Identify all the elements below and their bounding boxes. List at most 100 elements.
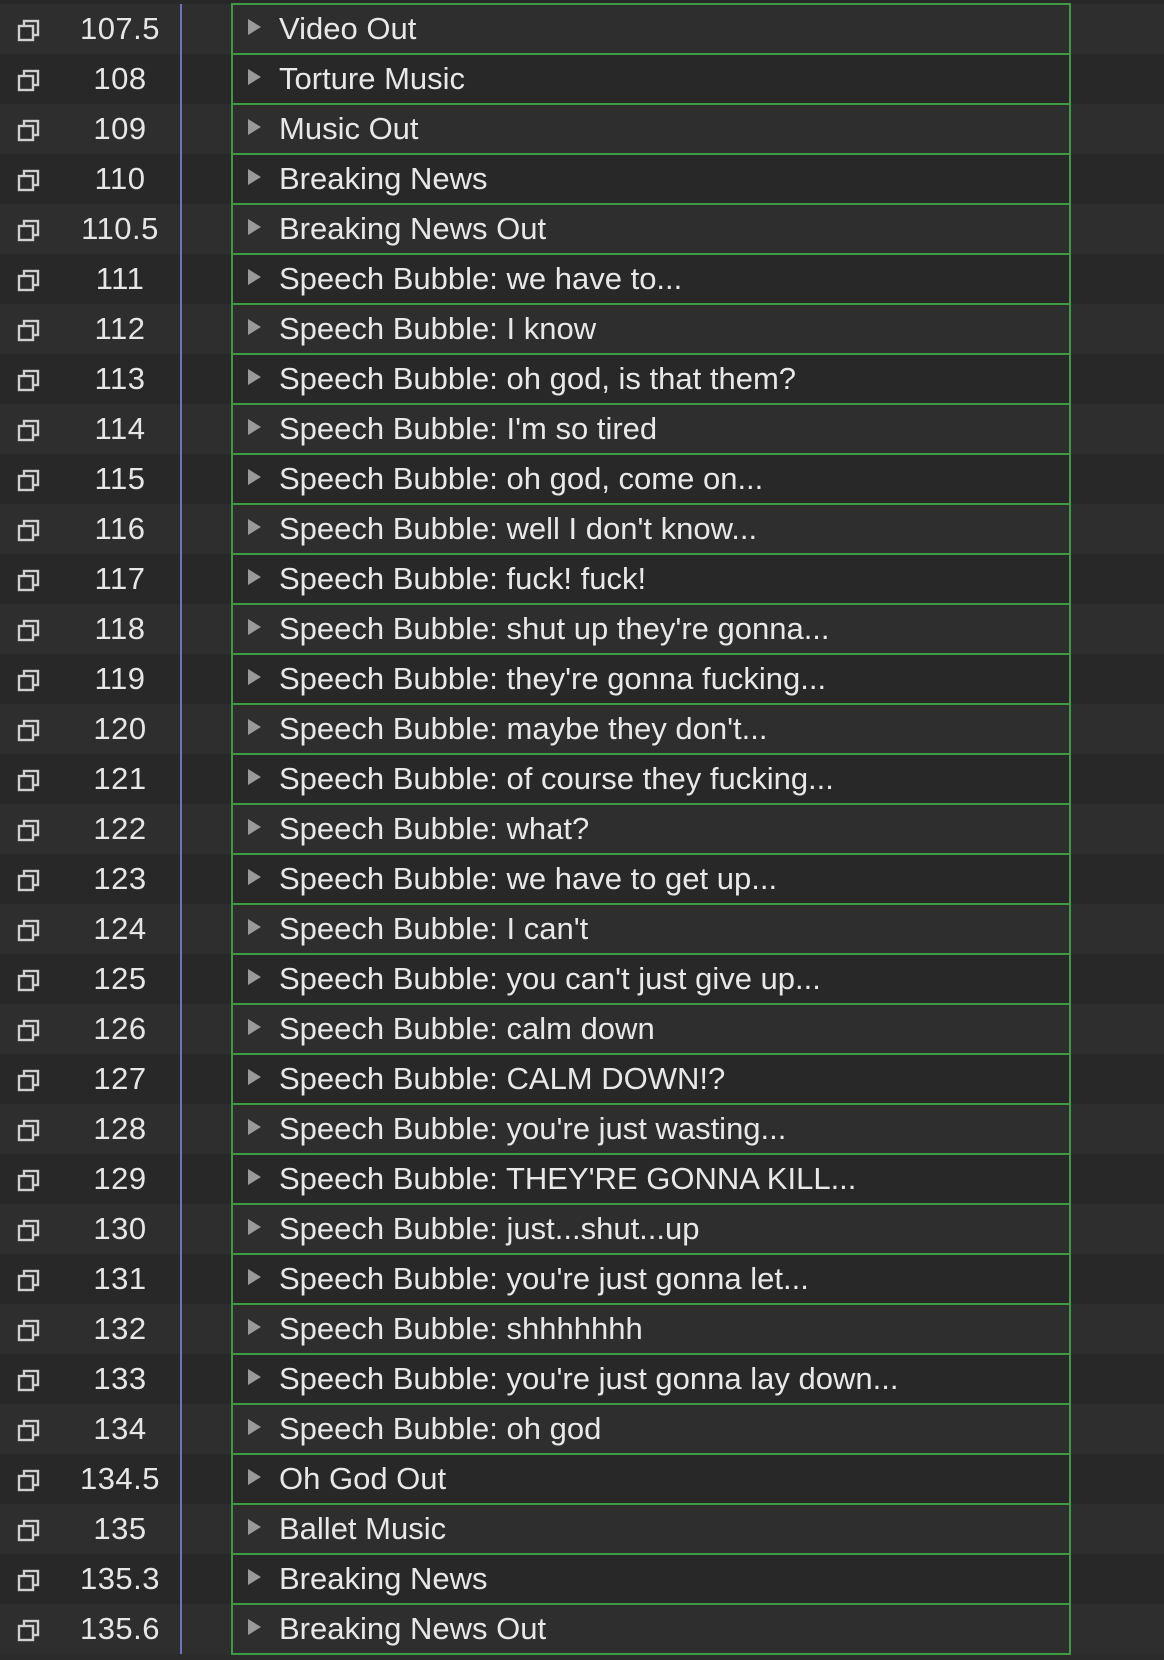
cue-row[interactable]: 109 Music Out [0, 103, 1164, 155]
disclosure-triangle-icon[interactable] [248, 269, 261, 285]
copy-icon[interactable] [17, 769, 41, 793]
disclosure-triangle-icon[interactable] [248, 369, 261, 385]
cue-row[interactable]: 128 Speech Bubble: you're just wasting..… [0, 1103, 1164, 1155]
copy-icon[interactable] [17, 369, 41, 393]
disclosure-triangle-icon[interactable] [248, 1069, 261, 1085]
cue-row[interactable]: 131 Speech Bubble: you're just gonna let… [0, 1253, 1164, 1305]
cue-row[interactable]: 135.3 Breaking News [0, 1553, 1164, 1605]
cue-row[interactable]: 117 Speech Bubble: fuck! fuck! [0, 553, 1164, 605]
cue-row[interactable]: 129 Speech Bubble: THEY'RE GONNA KILL... [0, 1153, 1164, 1205]
cue-row[interactable]: 122 Speech Bubble: what? [0, 803, 1164, 855]
cue-row[interactable]: 113 Speech Bubble: oh god, is that them? [0, 353, 1164, 405]
cue-name-cell[interactable]: Ballet Music [231, 1503, 1071, 1555]
cue-name-cell[interactable]: Speech Bubble: fuck! fuck! [231, 553, 1071, 605]
cue-name-cell[interactable]: Speech Bubble: we have to... [231, 253, 1071, 305]
disclosure-triangle-icon[interactable] [248, 169, 261, 185]
cue-row[interactable]: 123 Speech Bubble: we have to get up... [0, 853, 1164, 905]
cue-name-cell[interactable]: Speech Bubble: what? [231, 803, 1071, 855]
cue-row[interactable]: 118 Speech Bubble: shut up they're gonna… [0, 603, 1164, 655]
copy-icon[interactable] [17, 69, 41, 93]
cue-row[interactable]: 130 Speech Bubble: just...shut...up [0, 1203, 1164, 1255]
cue-name-cell[interactable]: Speech Bubble: oh god, come on... [231, 453, 1071, 505]
disclosure-triangle-icon[interactable] [248, 1369, 261, 1385]
disclosure-triangle-icon[interactable] [248, 1019, 261, 1035]
copy-icon[interactable] [17, 1469, 41, 1493]
cue-row[interactable]: 126 Speech Bubble: calm down [0, 1003, 1164, 1055]
disclosure-triangle-icon[interactable] [248, 1319, 261, 1335]
disclosure-triangle-icon[interactable] [248, 769, 261, 785]
cue-name-cell[interactable]: Speech Bubble: maybe they don't... [231, 703, 1071, 755]
disclosure-triangle-icon[interactable] [248, 669, 261, 685]
copy-icon[interactable] [17, 269, 41, 293]
copy-icon[interactable] [17, 719, 41, 743]
disclosure-triangle-icon[interactable] [248, 819, 261, 835]
disclosure-triangle-icon[interactable] [248, 869, 261, 885]
copy-icon[interactable] [17, 669, 41, 693]
cue-row[interactable]: 112 Speech Bubble: I know [0, 303, 1164, 355]
cue-row[interactable]: 127 Speech Bubble: CALM DOWN!? [0, 1053, 1164, 1105]
disclosure-triangle-icon[interactable] [248, 1119, 261, 1135]
cue-row[interactable]: 119 Speech Bubble: they're gonna fucking… [0, 653, 1164, 705]
cue-row[interactable]: 115 Speech Bubble: oh god, come on... [0, 453, 1164, 505]
cue-name-cell[interactable]: Speech Bubble: you're just gonna let... [231, 1253, 1071, 1305]
cue-name-cell[interactable]: Video Out [231, 3, 1071, 55]
disclosure-triangle-icon[interactable] [248, 919, 261, 935]
cue-row[interactable]: 114 Speech Bubble: I'm so tired [0, 403, 1164, 455]
disclosure-triangle-icon[interactable] [248, 519, 261, 535]
cue-name-cell[interactable]: Speech Bubble: THEY'RE GONNA KILL... [231, 1153, 1071, 1205]
disclosure-triangle-icon[interactable] [248, 1169, 261, 1185]
copy-icon[interactable] [17, 419, 41, 443]
cue-name-cell[interactable]: Breaking News [231, 153, 1071, 205]
cue-name-cell[interactable]: Speech Bubble: you're just wasting... [231, 1103, 1071, 1155]
disclosure-triangle-icon[interactable] [248, 719, 261, 735]
disclosure-triangle-icon[interactable] [248, 569, 261, 585]
cue-row[interactable]: 132 Speech Bubble: shhhhhhh [0, 1303, 1164, 1355]
disclosure-triangle-icon[interactable] [248, 1619, 261, 1635]
cue-name-cell[interactable]: Torture Music [231, 53, 1071, 105]
disclosure-triangle-icon[interactable] [248, 419, 261, 435]
cue-name-cell[interactable]: Music Out [231, 103, 1071, 155]
copy-icon[interactable] [17, 819, 41, 843]
copy-icon[interactable] [17, 1569, 41, 1593]
cue-name-cell[interactable]: Speech Bubble: just...shut...up [231, 1203, 1071, 1255]
cue-name-cell[interactable]: Speech Bubble: we have to get up... [231, 853, 1071, 905]
copy-icon[interactable] [17, 169, 41, 193]
disclosure-triangle-icon[interactable] [248, 1469, 261, 1485]
cue-row[interactable]: 133 Speech Bubble: you're just gonna lay… [0, 1353, 1164, 1405]
copy-icon[interactable] [17, 1069, 41, 1093]
cue-row[interactable]: 134.5 Oh God Out [0, 1453, 1164, 1505]
cue-row[interactable]: 135.6 Breaking News Out [0, 1603, 1164, 1655]
copy-icon[interactable] [17, 1219, 41, 1243]
copy-icon[interactable] [17, 119, 41, 143]
disclosure-triangle-icon[interactable] [248, 619, 261, 635]
copy-icon[interactable] [17, 1519, 41, 1543]
copy-icon[interactable] [17, 469, 41, 493]
cue-name-cell[interactable]: Speech Bubble: you're just gonna lay dow… [231, 1353, 1071, 1405]
cue-name-cell[interactable]: Breaking News Out [231, 1603, 1071, 1655]
cue-name-cell[interactable]: Breaking News [231, 1553, 1071, 1605]
copy-icon[interactable] [17, 1019, 41, 1043]
cue-row[interactable]: 120 Speech Bubble: maybe they don't... [0, 703, 1164, 755]
disclosure-triangle-icon[interactable] [248, 1419, 261, 1435]
cue-name-cell[interactable]: Speech Bubble: CALM DOWN!? [231, 1053, 1071, 1105]
cue-name-cell[interactable]: Speech Bubble: shut up they're gonna... [231, 603, 1071, 655]
cue-row[interactable]: 110 Breaking News [0, 153, 1164, 205]
disclosure-triangle-icon[interactable] [248, 1519, 261, 1535]
disclosure-triangle-icon[interactable] [248, 319, 261, 335]
disclosure-triangle-icon[interactable] [248, 1219, 261, 1235]
cue-name-cell[interactable]: Oh God Out [231, 1453, 1071, 1505]
cue-row[interactable]: 135 Ballet Music [0, 1503, 1164, 1555]
disclosure-triangle-icon[interactable] [248, 969, 261, 985]
copy-icon[interactable] [17, 519, 41, 543]
cue-name-cell[interactable]: Speech Bubble: I'm so tired [231, 403, 1071, 455]
copy-icon[interactable] [17, 219, 41, 243]
cue-name-cell[interactable]: Speech Bubble: I know [231, 303, 1071, 355]
copy-icon[interactable] [17, 1169, 41, 1193]
copy-icon[interactable] [17, 869, 41, 893]
cue-row[interactable]: 124 Speech Bubble: I can't [0, 903, 1164, 955]
disclosure-triangle-icon[interactable] [248, 219, 261, 235]
cue-row[interactable]: 108 Torture Music [0, 53, 1164, 105]
copy-icon[interactable] [17, 619, 41, 643]
cue-row[interactable]: 111 Speech Bubble: we have to... [0, 253, 1164, 305]
cue-name-cell[interactable]: Speech Bubble: of course they fucking... [231, 753, 1071, 805]
